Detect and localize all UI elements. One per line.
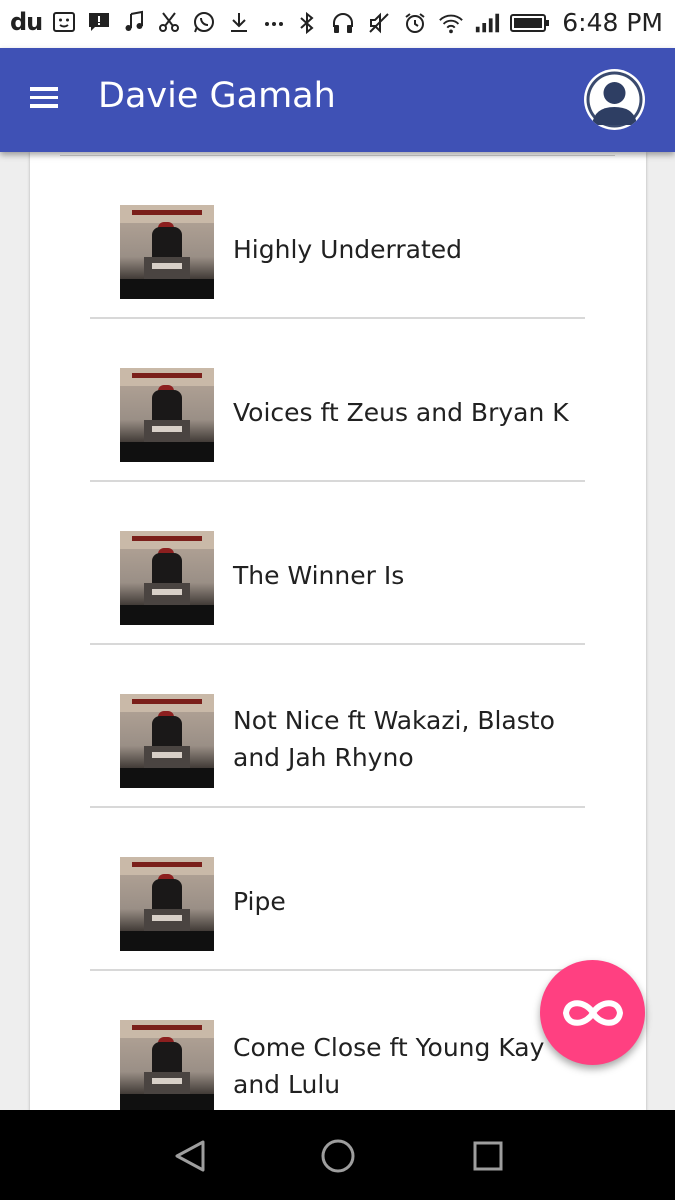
alarm-icon <box>402 10 428 36</box>
headphones-icon <box>330 10 356 36</box>
track-title: Highly Underrated <box>233 235 463 264</box>
more-icon <box>261 9 287 35</box>
back-icon[interactable] <box>170 1136 210 1176</box>
album-art <box>120 1020 214 1114</box>
track-title: The Winner Is <box>233 561 405 590</box>
page-title: Davie Gamah <box>98 76 336 116</box>
battery-icon <box>510 10 550 36</box>
music-icon <box>121 9 147 35</box>
mute-icon <box>366 10 392 36</box>
download-icon <box>226 9 252 35</box>
track-item[interactable]: Highly Underrated <box>90 156 585 319</box>
track-title: Not Nice ft Wakazi, Blasto and Jah Rhyno <box>233 705 555 772</box>
user-icon <box>586 71 643 128</box>
album-art <box>120 205 214 299</box>
face-icon <box>51 9 77 35</box>
whatsapp-icon <box>191 9 217 35</box>
album-art <box>120 694 214 788</box>
track-item[interactable]: Voices ft Zeus and Bryan K <box>90 319 585 482</box>
home-icon[interactable] <box>318 1136 358 1176</box>
alert-icon <box>86 9 112 35</box>
app-bar: Davie Gamah <box>0 48 675 152</box>
clock: 6:48 PM <box>562 8 663 37</box>
avatar[interactable] <box>584 69 645 130</box>
track-title: Pipe <box>233 887 286 916</box>
track-item[interactable]: Not Nice ft Wakazi, Blasto and Jah Rhyno <box>90 645 585 808</box>
album-art <box>120 857 214 951</box>
status-bar: du 6:48 PM <box>0 0 675 48</box>
menu-icon[interactable] <box>30 82 66 118</box>
signal-icon <box>474 10 500 36</box>
tracks-card: Highly Underrated Voices ft Zeus and Bry… <box>30 152 646 1114</box>
infinity-icon <box>562 999 623 1026</box>
carrier-label: du <box>10 8 43 36</box>
wifi-icon <box>438 10 464 36</box>
shuffle-play-button[interactable] <box>540 960 645 1065</box>
album-art <box>120 368 214 462</box>
track-title: Voices ft Zeus and Bryan K <box>233 398 569 427</box>
track-item[interactable]: Pipe <box>90 808 585 971</box>
album-art <box>120 531 214 625</box>
recents-icon[interactable] <box>468 1136 508 1176</box>
system-nav-bar <box>0 1110 675 1200</box>
bluetooth-icon <box>294 10 320 36</box>
track-item[interactable]: The Winner Is <box>90 482 585 645</box>
scissors-icon <box>156 9 182 35</box>
